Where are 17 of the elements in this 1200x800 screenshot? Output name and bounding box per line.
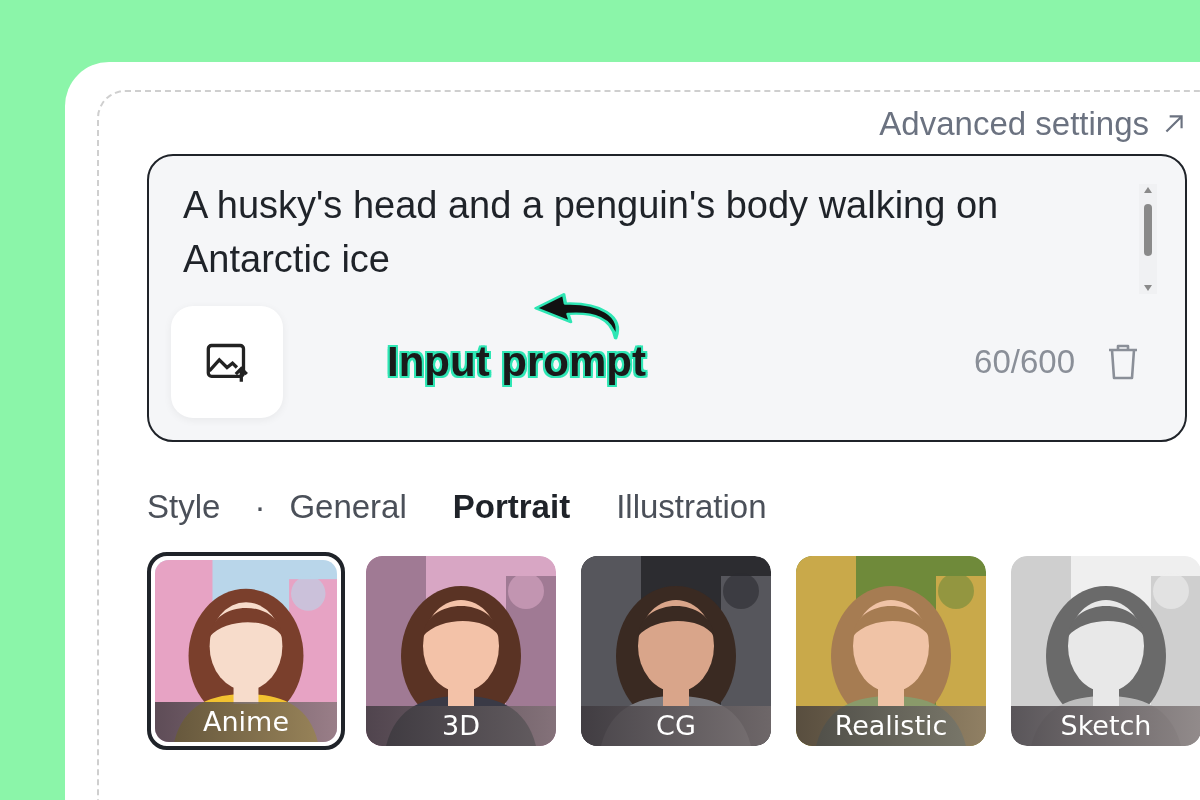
annotation-label: Input prompt	[387, 338, 646, 386]
style-option[interactable]: 3D	[362, 552, 560, 750]
character-counter: 60/600	[974, 343, 1075, 381]
advanced-settings-link[interactable]: Advanced settings	[879, 105, 1187, 143]
style-tab[interactable]: Portrait	[452, 488, 571, 526]
style-option[interactable]: Anime	[147, 552, 345, 750]
separator-dot: ·	[254, 488, 266, 526]
style-option[interactable]: CG	[577, 552, 775, 750]
style-option[interactable]: Sketch	[1007, 552, 1200, 750]
prompt-text: A husky's head and a penguin's body walking on Antarctic ice	[183, 183, 1000, 282]
prompt-field[interactable]: A husky's head and a penguin's body walking on Antarctic ice Input prompt 60/600	[147, 154, 1187, 442]
image-upload-button[interactable]	[171, 306, 283, 418]
style-tab[interactable]: General	[289, 488, 407, 526]
style-option[interactable]: Realistic	[792, 552, 990, 750]
style-label: Style	[147, 488, 221, 526]
style-tab[interactable]: Illustration	[616, 488, 767, 526]
delete-icon[interactable]	[1107, 343, 1139, 381]
